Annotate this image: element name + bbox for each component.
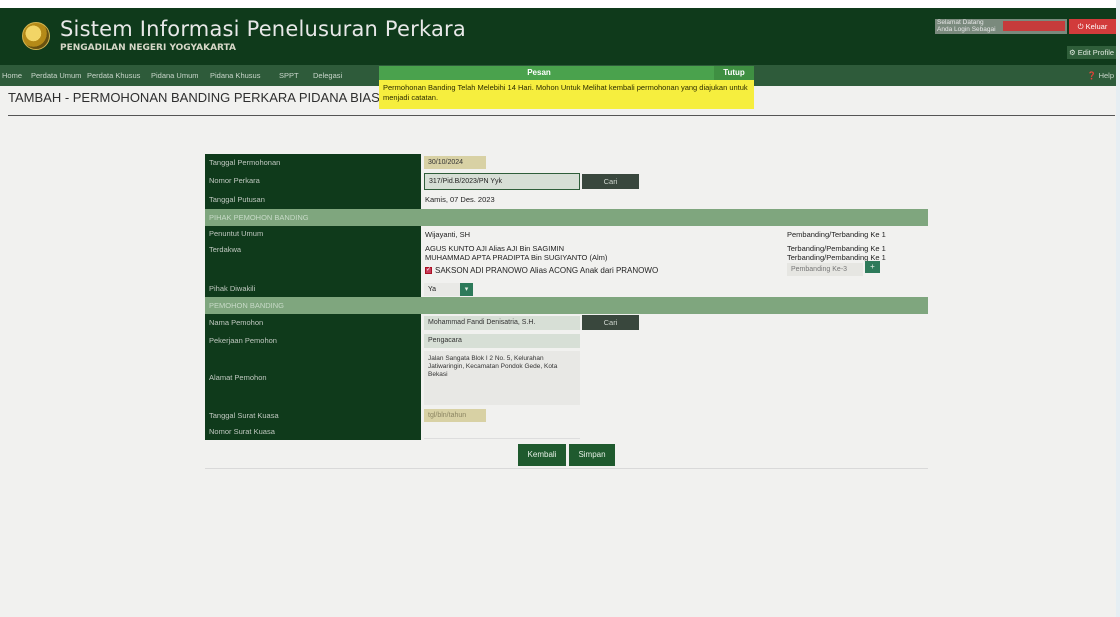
label-nomor-perkara: Nomor Perkara <box>205 171 421 191</box>
app-title: Sistem Informasi Penelusuran Perkara <box>60 17 466 41</box>
label-alamat-pemohon: Alamat Pemohon <box>205 349 421 407</box>
edit-profile-label: Edit Profile <box>1077 48 1115 57</box>
toast-message: Permohonan Banding Telah Melebihi 14 Har… <box>379 80 754 109</box>
nav-item-sppt[interactable]: SPPT <box>279 65 299 86</box>
label-penuntut-umum: Penuntut Umum <box>205 226 421 242</box>
terdakwa-1-role: Terbanding/Pembanding Ke 1 <box>787 244 886 253</box>
page-title: TAMBAH - PERMOHONAN BANDING PERKARA PIDA… <box>8 90 389 105</box>
terdakwa-2-name: MUHAMMAD APTA PRADIPTA Bin SUGIYANTO (Al… <box>425 253 608 262</box>
nav-item-home[interactable]: Home <box>2 65 22 86</box>
terdakwa-3-name: SAKSON ADI PRANOWO Alias ACONG Anak dari… <box>435 266 659 275</box>
pihak-diwakili-select[interactable]: Ya <box>424 283 460 296</box>
terdakwa-1-name: AGUS KUNTO AJI Alias AJI Bin SAGIMIN <box>425 244 565 253</box>
label-nama-pemohon: Nama Pemohon <box>205 314 421 332</box>
label-nomor-surat-kuasa: Nomor Surat Kuasa <box>205 424 421 440</box>
toast-close-button[interactable]: Tutup <box>714 66 754 80</box>
nav-item-pidana-umum[interactable]: Pidana Umum <box>151 65 199 86</box>
label-pihak-diwakili: Pihak Diwakili <box>205 281 421 297</box>
notification-toast: Pesan Tutup Permohonan Banding Telah Mel… <box>379 66 754 109</box>
label-tanggal-permohonan: Tanggal Permohonan <box>205 154 421 171</box>
nav-item-delegasi[interactable]: Delegasi <box>313 65 342 86</box>
cari-perkara-button[interactable]: Cari <box>582 174 639 189</box>
alamat-pemohon-textarea[interactable]: Jalan Sangata Blok I 2 No. 5, Kelurahan … <box>424 351 580 405</box>
title-divider <box>8 115 1115 116</box>
toast-header: Pesan Tutup <box>379 66 754 80</box>
row-tanggal-permohonan: Tanggal Permohonan 30/10/2024 <box>205 154 928 171</box>
penuntut-umum-name: Wijayanti, SH <box>425 230 471 239</box>
terdakwa-3-role-select[interactable]: Pembanding Ke-3 <box>787 263 863 276</box>
label-terdakwa: Terdakwa <box>205 242 421 281</box>
gear-icon: ⚙ <box>1068 48 1076 57</box>
nomor-perkara-input[interactable]: 317/Pid.B/2023/PN Yyk <box>424 173 580 190</box>
row-nama-pemohon: Nama Pemohon Mohammad Fandi Denisatria, … <box>205 314 928 332</box>
terdakwa-3-checkbox[interactable]: ✓ <box>425 267 432 274</box>
top-band <box>0 0 1116 8</box>
help-icon: ❓ <box>1087 71 1097 80</box>
help-link[interactable]: ❓ Help <box>1087 65 1116 86</box>
row-pekerjaan-pemohon: Pekerjaan Pemohon Pengacara <box>205 332 928 349</box>
tanggal-permohonan-input[interactable]: 30/10/2024 <box>424 156 486 169</box>
form-divider <box>205 468 928 469</box>
pekerjaan-pemohon-input[interactable]: Pengacara <box>424 334 580 348</box>
cari-pemohon-button[interactable]: Cari <box>582 315 639 330</box>
chevron-down-icon[interactable]: ▾ <box>460 283 473 296</box>
row-nomor-surat-kuasa: Nomor Surat Kuasa <box>205 424 928 440</box>
page: Sistem Informasi Penelusuran Perkara PEN… <box>0 0 1116 617</box>
add-role-button[interactable]: + <box>865 261 880 273</box>
user-badge <box>1003 21 1065 31</box>
section-pihak-pemohon: PIHAK PEMOHON BANDING <box>205 209 928 226</box>
nav-item-perdata-khusus[interactable]: Perdata Khusus <box>87 65 140 86</box>
kembali-button[interactable]: Kembali <box>518 444 566 466</box>
nama-pemohon-input[interactable]: Mohammad Fandi Denisatria, S.H. <box>424 316 580 330</box>
nav-item-pidana-khusus[interactable]: Pidana Khusus <box>210 65 260 86</box>
nomor-surat-kuasa-input[interactable] <box>424 425 580 439</box>
simpan-button[interactable]: Simpan <box>569 444 615 466</box>
app-subtitle: PENGADILAN NEGERI YOGYAKARTA <box>60 43 236 53</box>
court-logo-icon <box>22 22 50 50</box>
row-terdakwa: Terdakwa AGUS KUNTO AJI Alias AJI Bin SA… <box>205 242 928 281</box>
row-nomor-perkara: Nomor Perkara 317/Pid.B/2023/PN Yyk Cari <box>205 171 928 191</box>
logout-button[interactable]: ⏻ Keluar <box>1069 19 1116 34</box>
row-pihak-diwakili: Pihak Diwakili Ya ▾ <box>205 281 928 297</box>
row-alamat-pemohon: Alamat Pemohon Jalan Sangata Blok I 2 No… <box>205 349 928 407</box>
edit-profile-button[interactable]: ⚙ Edit Profile <box>1067 46 1116 59</box>
power-icon: ⏻ <box>1077 22 1084 31</box>
section-pemohon-banding: PEMOHON BANDING <box>205 297 928 314</box>
tanggal-putusan-value: Kamis, 07 Des. 2023 <box>425 195 495 204</box>
tanggal-surat-kuasa-input[interactable]: tgl/bln/tahun <box>424 409 486 422</box>
logout-label: Keluar <box>1085 22 1108 31</box>
row-penuntut-umum: Penuntut Umum Wijayanti, SH Pembanding/T… <box>205 226 928 242</box>
nav-item-perdata-umum[interactable]: Perdata Umum <box>31 65 81 86</box>
row-tanggal-surat-kuasa: Tanggal Surat Kuasa tgl/bln/tahun <box>205 407 928 424</box>
label-tanggal-surat-kuasa: Tanggal Surat Kuasa <box>205 407 421 424</box>
help-label: Help <box>1098 71 1114 80</box>
toast-title: Pesan <box>527 68 551 77</box>
label-pekerjaan-pemohon: Pekerjaan Pemohon <box>205 332 421 349</box>
app-header: Sistem Informasi Penelusuran Perkara PEN… <box>0 8 1116 65</box>
label-tanggal-putusan: Tanggal Putusan <box>205 191 421 209</box>
row-tanggal-putusan: Tanggal Putusan Kamis, 07 Des. 2023 <box>205 191 928 209</box>
penuntut-umum-role: Pembanding/Terbanding Ke 1 <box>787 230 886 239</box>
welcome-box: Selamat Datang Anda Login Sebagai <box>935 19 1067 34</box>
